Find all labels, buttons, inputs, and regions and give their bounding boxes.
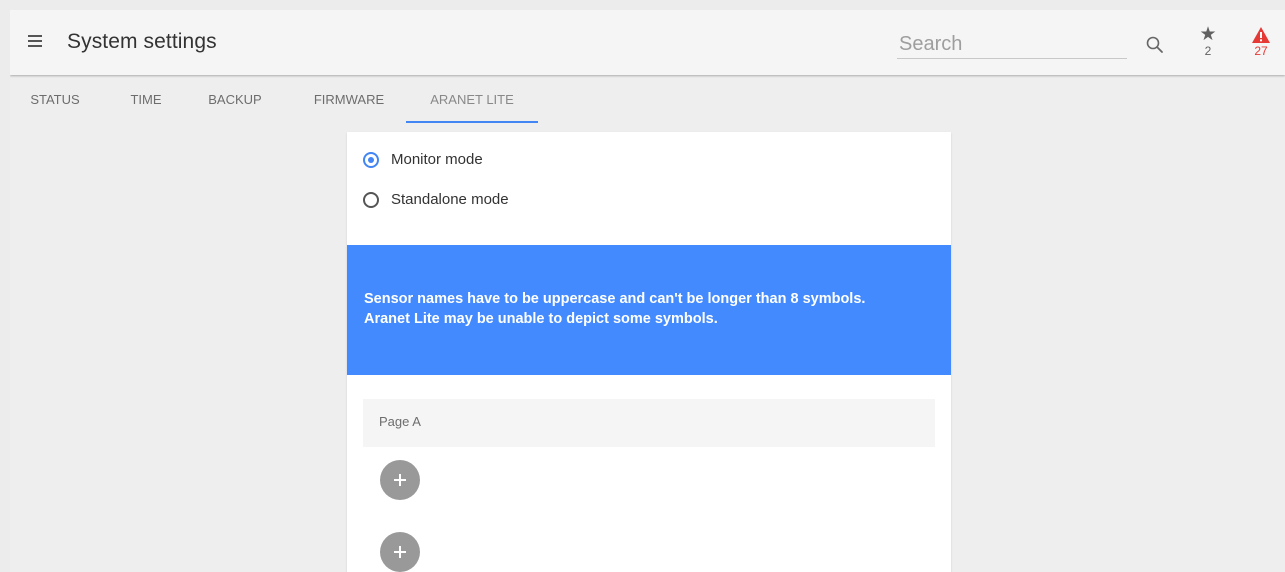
tab-backup[interactable]: BACKUP (207, 80, 263, 124)
star-icon: ★ (1199, 24, 1217, 45)
active-tab-indicator (406, 121, 538, 123)
info-banner-line-2: Aranet Lite may be unable to depict some… (364, 311, 718, 327)
add-sensor-button-2[interactable] (380, 532, 420, 572)
page-a-header: Page A (363, 399, 935, 447)
search-input[interactable] (897, 30, 1127, 59)
tab-aranet-lite[interactable]: ARANET LITE (406, 80, 538, 124)
add-sensor-button-1[interactable] (380, 460, 420, 500)
info-banner: Sensor names have to be uppercase and ca… (347, 245, 951, 375)
favorites-count: 2 (1204, 44, 1212, 58)
alerts-count: 27 (1254, 44, 1268, 58)
app-window: System settings ★ 2 27 STATUS TIME BACKU… (10, 10, 1285, 572)
monitor-mode-label: Monitor mode (391, 151, 483, 168)
settings-tabs: STATUS TIME BACKUP FIRMWARE ARANET LITE (10, 80, 710, 126)
top-bar: System settings ★ 2 27 (10, 10, 1285, 75)
alerts-button[interactable]: 27 (1248, 26, 1274, 68)
info-banner-line-1: Sensor names have to be uppercase and ca… (364, 291, 866, 307)
tab-time[interactable]: TIME (128, 80, 164, 124)
warning-icon (1252, 27, 1270, 43)
tab-firmware[interactable]: FIRMWARE (311, 80, 387, 124)
hamburger-menu-icon[interactable] (28, 34, 46, 52)
info-banner-text: Sensor names have to be uppercase and ca… (364, 289, 944, 329)
aranet-lite-card: Monitor mode Standalone mode Sensor name… (347, 132, 951, 572)
favorites-button[interactable]: ★ 2 (1196, 24, 1220, 68)
page-a-label: Page A (379, 414, 421, 429)
radio-checked-icon (363, 152, 379, 168)
tab-status[interactable]: STATUS (28, 80, 82, 124)
standalone-mode-label: Standalone mode (391, 191, 509, 208)
search-icon[interactable] (1145, 35, 1165, 55)
page-title: System settings (67, 30, 217, 53)
radio-unchecked-icon (363, 192, 379, 208)
